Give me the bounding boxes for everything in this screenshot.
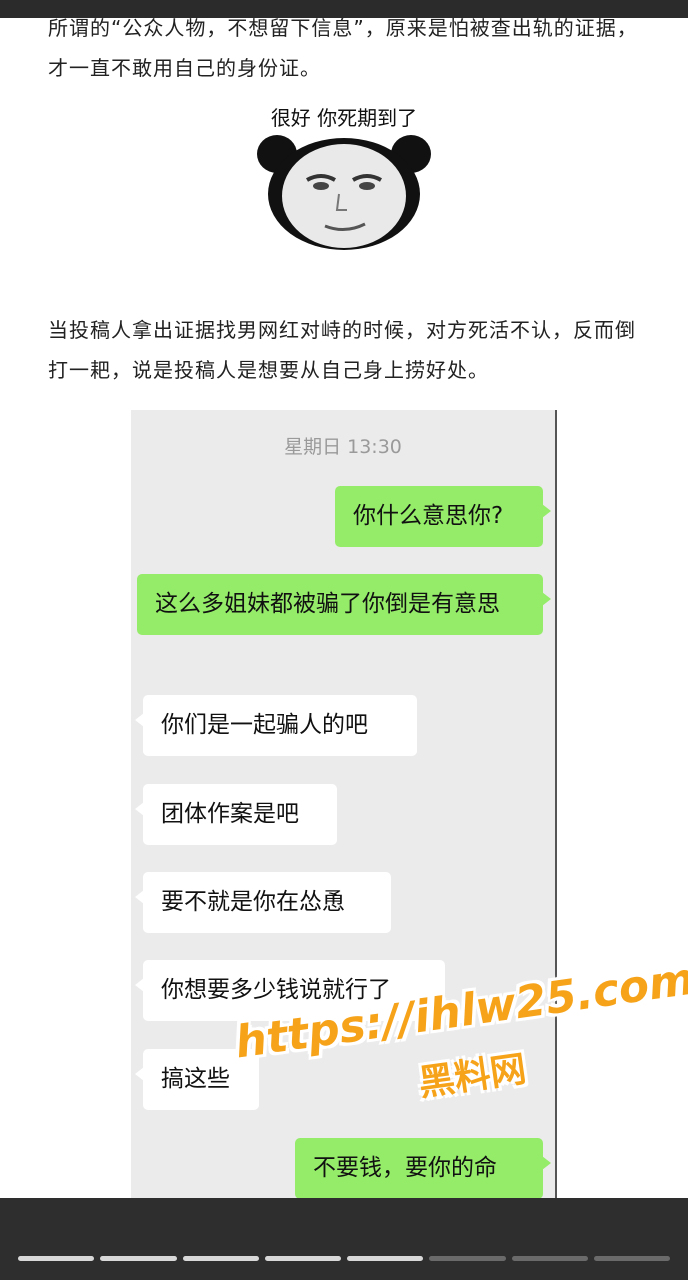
progress-segment[interactable] (593, 1256, 670, 1261)
message-bubble-received: 你想要多少钱说就行了 (135, 960, 445, 1021)
progress-segment[interactable] (429, 1256, 506, 1261)
progress-segment[interactable] (264, 1256, 341, 1261)
story-progress-bar (18, 1256, 670, 1261)
message-bubble-sent: 这么多姐妹都被骗了你倒是有意思 (137, 574, 551, 635)
article-paragraph-1: 所谓的“公众人物，不想留下信息”，原来是怕被查出轨的证据，才一直不敢用自己的身份… (48, 16, 638, 80)
chat-screenshot: 星期日 13:30 你什么意思你? 这么多姐妹都被骗了你倒是有意思 你们是一起骗… (131, 410, 557, 1200)
progress-segment[interactable] (347, 1256, 424, 1261)
message-bubble-received: 你们是一起骗人的吧 (135, 695, 417, 756)
bottom-bar (0, 1198, 688, 1280)
progress-segment[interactable] (100, 1256, 177, 1261)
meme-caption: 很好 你死期到了 (270, 106, 418, 130)
panda-meme-image: 很好 你死期到了 (255, 104, 433, 252)
message-bubble-received: 要不就是你在怂恿 (135, 872, 391, 933)
progress-segment[interactable] (18, 1256, 95, 1261)
progress-segment[interactable] (511, 1256, 588, 1261)
progress-segment[interactable] (182, 1256, 259, 1261)
message-bubble-received: 搞这些 (135, 1049, 259, 1110)
chat-timestamp: 星期日 13:30 (284, 436, 402, 458)
message-bubble-sent: 你什么意思你? (335, 486, 551, 547)
message-bubble-sent: 不要钱，要你的命 (295, 1138, 551, 1199)
message-bubble-received: 团体作案是吧 (135, 784, 337, 845)
article-paragraph-2: 当投稿人拿出证据找男网红对峙的时候，对方死活不认，反而倒打一耙，说是投稿人是想要… (48, 318, 636, 382)
panda-face-icon (257, 135, 431, 250)
